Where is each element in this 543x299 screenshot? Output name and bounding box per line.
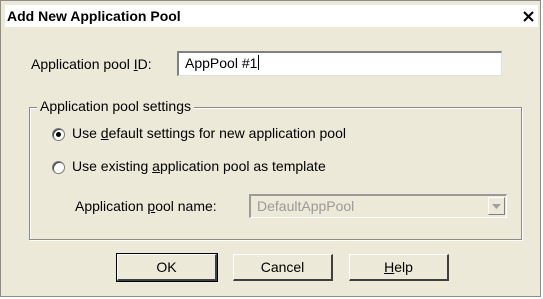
radio-default-suffix: efault settings for new application pool [108, 125, 346, 141]
dropdown-button[interactable] [488, 197, 505, 215]
radio-existing-text: Use existing [72, 158, 153, 174]
pool-name-label-suffix: ool name: [155, 198, 217, 214]
radio-existing-template-label[interactable]: Use existing application pool as templat… [72, 158, 326, 174]
radio-default-settings-label[interactable]: Use default settings for new application… [72, 125, 346, 141]
pool-id-label: Application pool ID: [31, 56, 152, 72]
ok-button[interactable]: OK [116, 253, 218, 282]
add-application-pool-dialog: Add New Application Pool Application poo… [0, 0, 541, 297]
help-button-label: Help [384, 259, 413, 275]
dialog-title: Add New Application Pool [7, 8, 181, 24]
pool-name-dropdown[interactable]: DefaultAppPool [249, 194, 507, 218]
radio-existing-accesskey: a [152, 158, 160, 174]
title-bar[interactable]: Add New Application Pool [5, 5, 538, 27]
radio-selected-dot [56, 132, 61, 137]
radio-default-settings[interactable] [52, 128, 65, 141]
pool-id-value: AppPool #1 [185, 55, 258, 71]
text-caret [258, 55, 260, 70]
help-accesskey: H [384, 259, 395, 275]
pool-id-input[interactable]: AppPool #1 [177, 51, 502, 76]
help-button[interactable]: Help [349, 254, 449, 281]
help-suffix: elp [394, 259, 413, 275]
cancel-button-label: Cancel [260, 259, 305, 275]
close-icon [522, 10, 534, 22]
cancel-button[interactable]: Cancel [233, 254, 333, 281]
radio-existing-suffix: pplication pool as template [159, 158, 326, 174]
radio-existing-template[interactable] [52, 161, 65, 174]
radio-default-accesskey: d [100, 125, 109, 141]
ok-button-label: OK [156, 259, 177, 275]
pool-id-label-text: Application pool [31, 56, 134, 72]
pool-settings-legend: Application pool settings [37, 98, 194, 114]
chevron-down-icon [492, 203, 501, 209]
close-button[interactable] [519, 7, 537, 25]
pool-name-label: Application pool name: [75, 198, 217, 214]
pool-name-label-text: Application [75, 198, 148, 214]
pool-name-value: DefaultAppPool [257, 198, 355, 214]
radio-default-text: Use [72, 125, 101, 141]
pool-id-label-suffix: D: [137, 56, 152, 72]
